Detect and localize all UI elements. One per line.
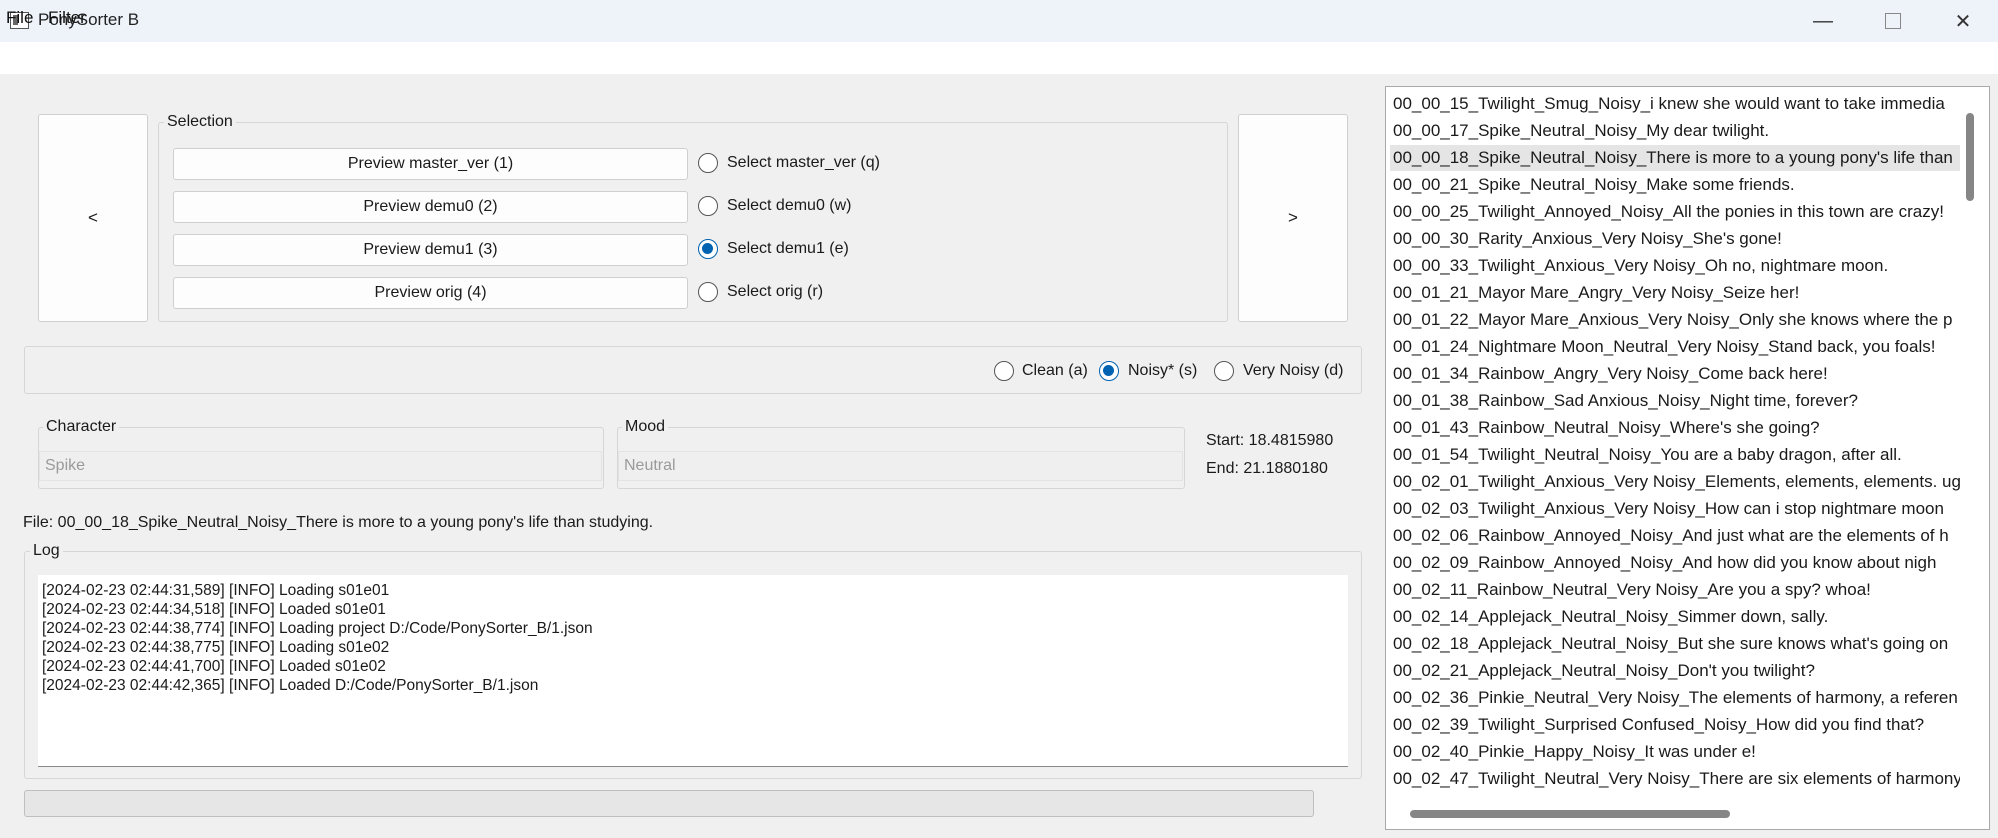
title-bar xyxy=(0,0,1998,42)
file-list-item[interactable]: 00_01_34_Rainbow_Angry_Very Noisy_Come b… xyxy=(1390,361,1960,387)
horizontal-scrollbar-thumb[interactable] xyxy=(1410,810,1730,818)
file-list-item[interactable]: 00_02_18_Applejack_Neutral_Noisy_But she… xyxy=(1390,631,1960,657)
file-list-item[interactable]: 00_00_30_Rarity_Anxious_Very Noisy_She's… xyxy=(1390,226,1960,252)
file-list-item[interactable]: 00_00_25_Twilight_Annoyed_Noisy_All the … xyxy=(1390,199,1960,225)
log-line: [2024-02-23 02:44:31,589] [INFO] Loading… xyxy=(42,582,390,599)
select-orig-radio[interactable] xyxy=(698,282,718,302)
select-orig-label[interactable]: Select orig (r) xyxy=(727,283,823,301)
minimize-button[interactable]: — xyxy=(1788,0,1858,42)
noise-clean-radio[interactable] xyxy=(994,361,1014,381)
file-list-item[interactable]: 00_01_22_Mayor Mare_Anxious_Very Noisy_O… xyxy=(1390,307,1960,333)
mood-title: Mood xyxy=(622,418,669,436)
file-list-item[interactable]: 00_02_03_Twilight_Anxious_Very Noisy_How… xyxy=(1390,496,1960,522)
select-demu1-label[interactable]: Select demu1 (e) xyxy=(727,240,849,258)
maximize-button[interactable] xyxy=(1858,0,1928,42)
menu-bar xyxy=(0,42,1998,74)
preview-demu0-button[interactable]: Preview demu0 (2) xyxy=(173,191,688,223)
file-list-item[interactable]: 00_02_09_Rainbow_Annoyed_Noisy_And how d… xyxy=(1390,550,1960,576)
character-input[interactable]: Spike xyxy=(39,451,602,481)
file-list-item[interactable]: 00_00_33_Twilight_Anxious_Very Noisy_Oh … xyxy=(1390,253,1960,279)
log-line: [2024-02-23 02:44:34,518] [INFO] Loaded … xyxy=(42,601,386,618)
file-list-item[interactable]: 00_01_43_Rainbow_Neutral_Noisy_Where's s… xyxy=(1390,415,1960,441)
select-demu0-label[interactable]: Select demu0 (w) xyxy=(727,197,852,215)
file-list-item[interactable]: 00_00_15_Twilight_Smug_Noisy_i knew she … xyxy=(1390,91,1960,117)
minimize-icon: — xyxy=(1813,9,1833,32)
file-list-item[interactable]: 00_01_24_Nightmare Moon_Neutral_Very Noi… xyxy=(1390,334,1960,360)
close-button[interactable]: ✕ xyxy=(1928,0,1998,42)
next-button[interactable]: > xyxy=(1238,114,1348,322)
character-title: Character xyxy=(43,418,120,436)
menu-filter[interactable]: Filter xyxy=(48,8,86,28)
menu-file[interactable]: File xyxy=(6,8,33,28)
file-list[interactable]: 00_00_15_Twilight_Smug_Noisy_i knew she … xyxy=(1385,86,1990,830)
mood-input[interactable]: Neutral xyxy=(618,451,1183,481)
maximize-icon xyxy=(1885,13,1901,29)
log-line: [2024-02-23 02:44:38,775] [INFO] Loading… xyxy=(42,639,390,656)
preview-orig-button[interactable]: Preview orig (4) xyxy=(173,277,688,309)
select-master-ver-radio[interactable] xyxy=(698,153,718,173)
vertical-scrollbar-thumb[interactable] xyxy=(1966,113,1974,201)
select-master-ver-label[interactable]: Select master_ver (q) xyxy=(727,154,880,172)
select-demu1-radio[interactable] xyxy=(698,239,718,259)
start-time: Start: 18.4815980 xyxy=(1206,432,1334,449)
noise-very-noisy-radio[interactable] xyxy=(1214,361,1234,381)
select-demu0-radio[interactable] xyxy=(698,196,718,216)
file-list-item[interactable]: 00_02_39_Twilight_Surprised Confused_Noi… xyxy=(1390,712,1960,738)
noise-very-noisy-label[interactable]: Very Noisy (d) xyxy=(1243,362,1343,380)
file-list-item[interactable]: 00_01_38_Rainbow_Sad Anxious_Noisy_Night… xyxy=(1390,388,1960,414)
file-list-item[interactable]: 00_00_21_Spike_Neutral_Noisy_Make some f… xyxy=(1390,172,1960,198)
noise-clean-label[interactable]: Clean (a) xyxy=(1022,362,1088,380)
file-list-item[interactable]: 00_01_21_Mayor Mare_Angry_Very Noisy_Sei… xyxy=(1390,280,1960,306)
file-list-item[interactable]: 00_02_14_Applejack_Neutral_Noisy_Simmer … xyxy=(1390,604,1960,630)
file-list-item[interactable]: 00_00_17_Spike_Neutral_Noisy_My dear twi… xyxy=(1390,118,1960,144)
current-file-label: File: 00_00_18_Spike_Neutral_Noisy_There… xyxy=(23,514,654,531)
file-list-item[interactable]: 00_02_21_Applejack_Neutral_Noisy_Don't y… xyxy=(1390,658,1960,684)
log-line: [2024-02-23 02:44:38,774] [INFO] Loading… xyxy=(42,620,593,637)
file-list-item[interactable]: 00_02_47_Twilight_Neutral_Very Noisy_The… xyxy=(1390,766,1960,792)
noise-noisy-radio[interactable] xyxy=(1099,361,1119,381)
preview-demu1-button[interactable]: Preview demu1 (3) xyxy=(173,234,688,266)
log-line: [2024-02-23 02:44:41,700] [INFO] Loaded … xyxy=(42,658,386,675)
file-list-item[interactable]: 00_02_01_Twilight_Anxious_Very Noisy_Ele… xyxy=(1390,469,1960,495)
progress-bar xyxy=(24,790,1314,817)
log-line: [2024-02-23 02:44:42,365] [INFO] Loaded … xyxy=(42,677,539,694)
preview-master-ver-button[interactable]: Preview master_ver (1) xyxy=(173,148,688,180)
close-icon: ✕ xyxy=(1954,10,1972,33)
previous-button[interactable]: < xyxy=(38,114,148,322)
file-list-item[interactable]: 00_02_40_Pinkie_Happy_Noisy_It was under… xyxy=(1390,739,1960,765)
file-list-item[interactable]: 00_02_06_Rainbow_Annoyed_Noisy_And just … xyxy=(1390,523,1960,549)
noise-noisy-label[interactable]: Noisy* (s) xyxy=(1128,362,1197,380)
selection-title: Selection xyxy=(164,113,236,131)
log-output[interactable]: [2024-02-23 02:44:31,589] [INFO] Loading… xyxy=(38,575,1348,767)
file-list-item[interactable]: 00_02_11_Rainbow_Neutral_Very Noisy_Are … xyxy=(1390,577,1960,603)
log-title: Log xyxy=(30,542,63,560)
end-time: End: 21.1880180 xyxy=(1206,460,1328,477)
file-list-item[interactable]: 00_01_54_Twilight_Neutral_Noisy_You are … xyxy=(1390,442,1960,468)
file-list-item[interactable]: 00_02_36_Pinkie_Neutral_Very Noisy_The e… xyxy=(1390,685,1960,711)
file-list-item[interactable]: 00_00_18_Spike_Neutral_Noisy_There is mo… xyxy=(1390,145,1960,171)
